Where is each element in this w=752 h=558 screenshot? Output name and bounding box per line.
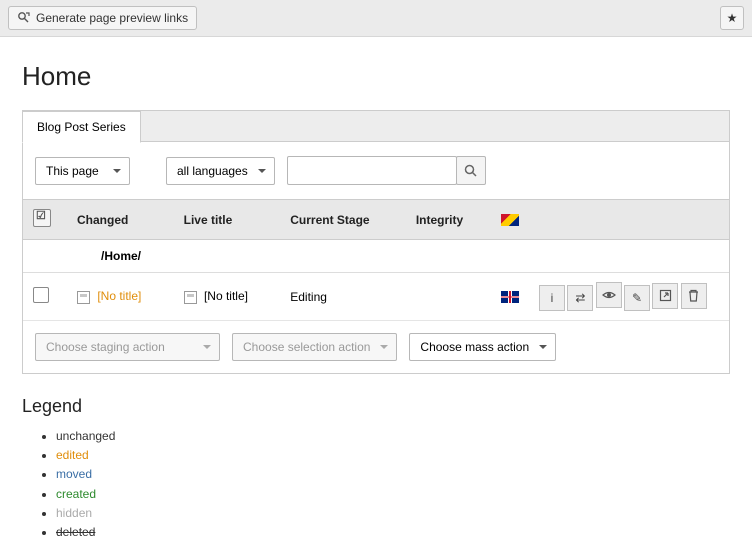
staging-action-label: Choose staging action xyxy=(46,340,165,354)
bookmark-button[interactable]: ★ xyxy=(720,6,744,30)
table-row: [No title] [No title] Editing i ⇄ ✎ xyxy=(23,273,729,321)
edit-button[interactable]: ✎ xyxy=(624,285,650,311)
tab-bar: Blog Post Series xyxy=(23,111,729,142)
star-icon: ★ xyxy=(727,11,738,25)
search-input[interactable] xyxy=(287,156,457,185)
live-title[interactable]: [No title] xyxy=(204,289,248,303)
workspace-panel: Blog Post Series This page all languages xyxy=(22,110,730,374)
changed-title[interactable]: [No title] xyxy=(97,289,141,303)
legend-title: Legend xyxy=(22,396,730,417)
mass-action-select[interactable]: Choose mass action xyxy=(409,333,556,361)
legend-list: unchanged edited moved created hidden de… xyxy=(22,427,730,542)
path-label: /Home/ xyxy=(23,240,729,273)
language-select[interactable]: all languages xyxy=(166,157,275,185)
legend-unchanged: unchanged xyxy=(56,429,115,443)
language-flag-icon xyxy=(501,214,519,226)
stage-value: Editing xyxy=(280,273,406,321)
top-toolbar: Generate page preview links ★ xyxy=(0,0,752,37)
preview-icon xyxy=(17,11,31,25)
col-integrity[interactable]: Integrity xyxy=(406,200,491,240)
legend-moved: moved xyxy=(56,467,92,481)
legend-edited: edited xyxy=(56,448,89,462)
page-icon xyxy=(77,291,90,304)
delete-button[interactable] xyxy=(681,283,707,309)
integrity-value xyxy=(406,273,491,321)
view-button[interactable] xyxy=(596,282,622,308)
row-actions: i ⇄ ✎ xyxy=(529,273,729,321)
page-icon xyxy=(184,291,197,304)
col-stage[interactable]: Current Stage xyxy=(280,200,406,240)
selection-action-label: Choose selection action xyxy=(243,340,370,354)
search-icon xyxy=(464,164,477,177)
records-table: Changed Live title Current Stage Integri… xyxy=(23,199,729,321)
swap-icon: ⇄ xyxy=(575,291,585,305)
eye-icon xyxy=(602,288,616,302)
row-checkbox[interactable] xyxy=(33,287,49,303)
swap-button[interactable]: ⇄ xyxy=(567,285,593,311)
scope-value: This page xyxy=(46,164,99,178)
language-value: all languages xyxy=(177,164,248,178)
tab-label: Blog Post Series xyxy=(37,120,126,134)
trash-icon xyxy=(687,289,700,302)
uk-flag-icon xyxy=(501,291,519,303)
tab-blog-post-series[interactable]: Blog Post Series xyxy=(22,111,141,143)
col-changed[interactable]: Changed xyxy=(67,200,174,240)
path-row: /Home/ xyxy=(23,240,729,273)
selection-action-select[interactable]: Choose selection action xyxy=(232,333,397,361)
bulk-actions: Choose staging action Choose selection a… xyxy=(23,321,729,373)
legend-hidden: hidden xyxy=(56,506,92,520)
open-button[interactable] xyxy=(652,283,678,309)
page-title: Home xyxy=(22,61,730,92)
open-icon xyxy=(659,289,672,302)
staging-action-select[interactable]: Choose staging action xyxy=(35,333,220,361)
scope-select[interactable]: This page xyxy=(35,157,130,185)
mass-action-label: Choose mass action xyxy=(420,340,529,354)
pencil-icon: ✎ xyxy=(632,291,642,305)
info-icon: i xyxy=(551,291,554,305)
generate-preview-label: Generate page preview links xyxy=(36,11,188,25)
table-header-row: Changed Live title Current Stage Integri… xyxy=(23,200,729,240)
generate-preview-button[interactable]: Generate page preview links xyxy=(8,6,197,30)
filter-bar: This page all languages xyxy=(23,142,729,199)
legend-created: created xyxy=(56,487,96,501)
info-button[interactable]: i xyxy=(539,285,565,311)
search-button[interactable] xyxy=(456,156,486,185)
legend-deleted: deleted xyxy=(56,525,95,539)
col-live-title[interactable]: Live title xyxy=(174,200,281,240)
select-all-checkbox[interactable] xyxy=(33,209,51,227)
